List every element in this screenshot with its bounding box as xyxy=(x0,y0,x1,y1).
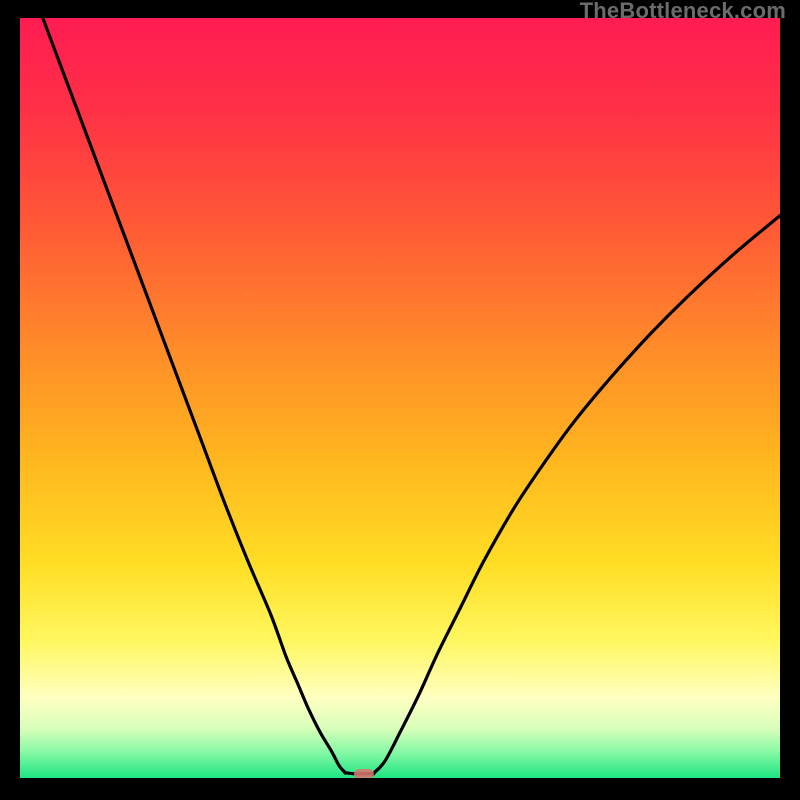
chart-svg xyxy=(20,18,780,778)
optimum-marker xyxy=(354,769,374,778)
chart-plot-area xyxy=(20,18,780,778)
chart-background-gradient xyxy=(20,18,780,778)
site-watermark: TheBottleneck.com xyxy=(580,0,786,24)
chart-frame xyxy=(16,14,784,782)
